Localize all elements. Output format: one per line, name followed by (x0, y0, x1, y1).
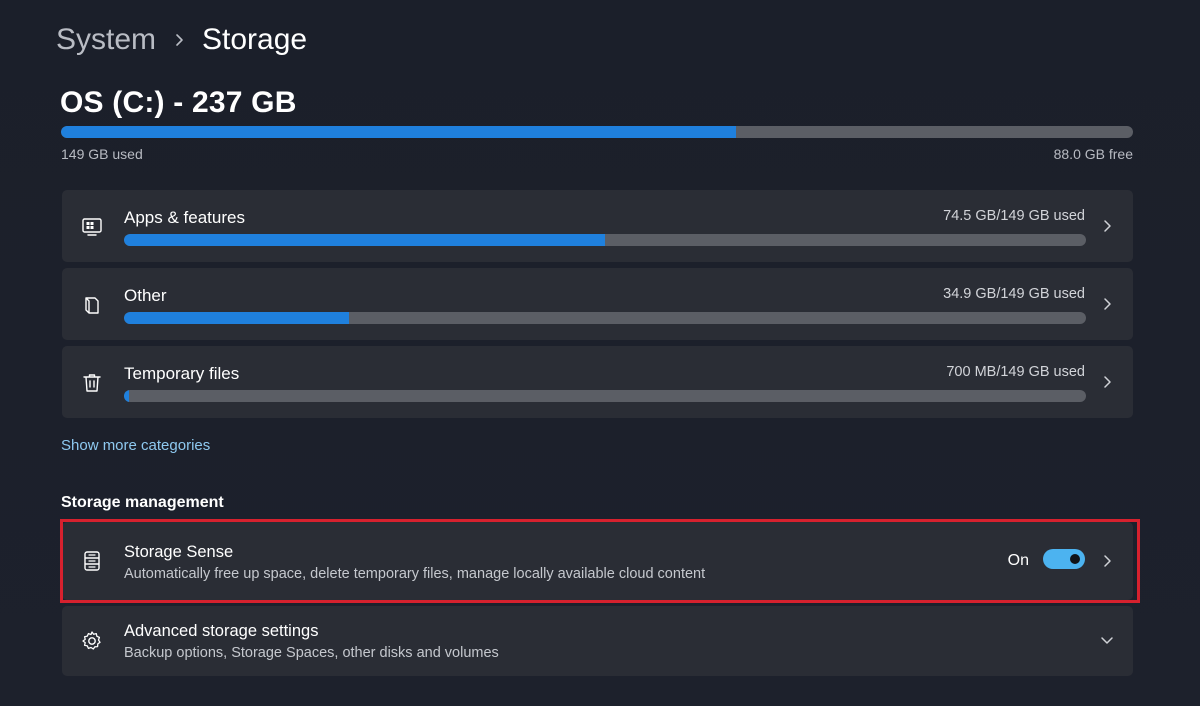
storage-sense-toggle-label: On (1007, 552, 1029, 569)
storage-sense-toggle[interactable] (1043, 549, 1085, 569)
storage-sense-description: Automatically free up space, delete temp… (124, 566, 706, 582)
category-size: 34.9 GB/149 GB used (943, 286, 1085, 302)
drive-usage-bar-fill (61, 126, 737, 138)
storage-drive-icon (80, 549, 104, 573)
trash-icon (80, 371, 104, 395)
chevron-down-icon (1099, 632, 1115, 648)
category-usage-bar-fill (124, 390, 129, 402)
storage-settings-page: System Storage OS (C:) - 237 GB 149 GB u… (0, 0, 1200, 706)
category-label: Other (124, 286, 167, 305)
category-usage-bar-fill (124, 234, 605, 246)
advanced-storage-settings-card[interactable]: Advanced storage settings Backup options… (62, 606, 1133, 676)
breadcrumb: System Storage (56, 18, 307, 62)
category-other[interactable]: Other 34.9 GB/149 GB used (62, 268, 1133, 340)
category-size: 700 MB/149 GB used (946, 364, 1085, 380)
category-label: Temporary files (124, 364, 240, 383)
chevron-right-icon (1099, 296, 1115, 312)
category-usage-bar (124, 390, 1086, 402)
chevron-right-icon (156, 33, 202, 47)
category-usage-bar-fill (124, 312, 350, 324)
page-title: Storage (202, 23, 308, 56)
drive-used-label: 149 GB used (61, 146, 143, 162)
category-usage-bar (124, 234, 1086, 246)
apps-features-icon (80, 215, 104, 239)
category-size: 74.5 GB/149 GB used (943, 208, 1085, 224)
advanced-storage-description: Backup options, Storage Spaces, other di… (124, 645, 499, 661)
chevron-right-icon (1099, 374, 1115, 390)
breadcrumb-system[interactable]: System (56, 20, 156, 60)
chevron-right-icon (1099, 553, 1115, 569)
toggle-knob (1070, 554, 1080, 564)
category-label: Apps & features (124, 208, 245, 227)
drive-title: OS (C:) - 237 GB (60, 86, 297, 119)
chevron-right-icon (1099, 218, 1115, 234)
category-usage-bar (124, 312, 1086, 324)
drive-free-label: 88.0 GB free (1053, 146, 1133, 162)
other-files-icon (80, 293, 104, 317)
show-more-categories-link[interactable]: Show more categories (61, 437, 210, 454)
gear-icon (80, 629, 104, 653)
drive-usage-bar (61, 126, 1133, 138)
storage-sense-card[interactable]: Storage Sense Automatically free up spac… (62, 522, 1133, 600)
category-apps-features[interactable]: Apps & features 74.5 GB/149 GB used (62, 190, 1133, 262)
category-temporary-files[interactable]: Temporary files 700 MB/149 GB used (62, 346, 1133, 418)
storage-management-heading: Storage management (61, 494, 224, 511)
storage-sense-title: Storage Sense (124, 543, 234, 561)
advanced-storage-title: Advanced storage settings (124, 622, 319, 640)
